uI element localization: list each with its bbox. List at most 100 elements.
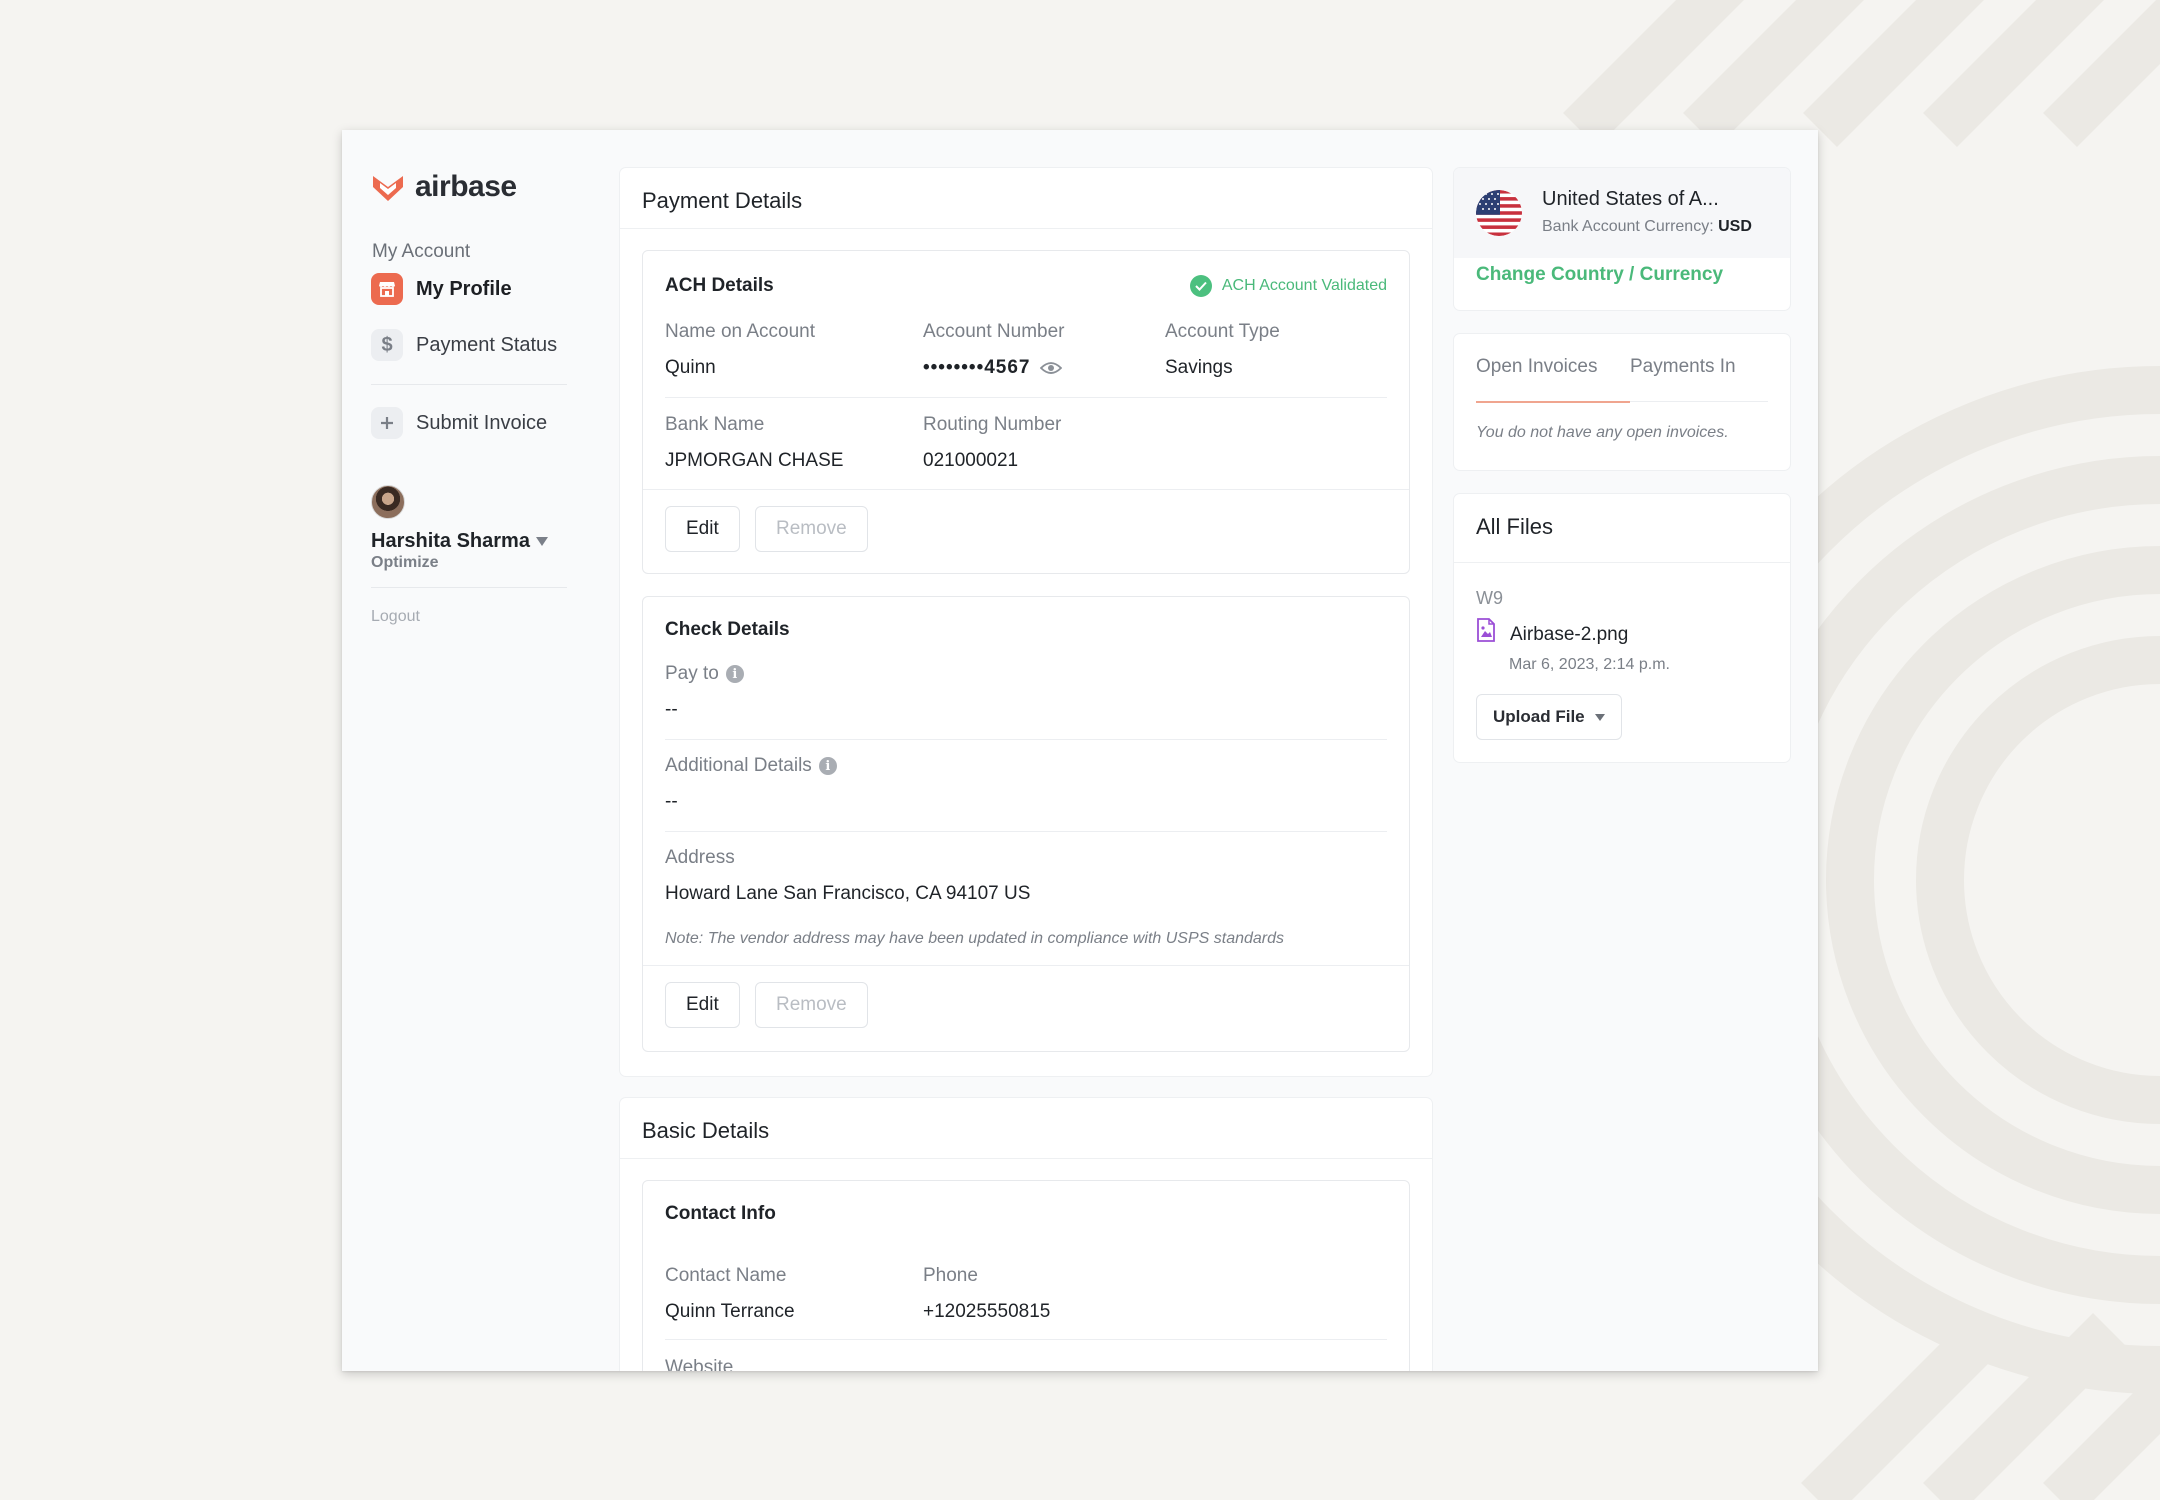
additional-details-value: -- [665,791,678,812]
additional-details-label-text: Additional Details [665,755,812,776]
nav-section-label: My Account [372,241,471,262]
phone-value: +12025550815 [923,1301,1051,1322]
info-icon[interactable]: i [725,665,744,683]
chevron-down-icon [1594,713,1605,721]
row-divider [643,965,1409,966]
basic-details-card: Basic Details Contact Info Contact Name … [620,1098,1432,1371]
bank-name-value: JPMORGAN CHASE [665,450,844,471]
ach-status-badge: ACH Account Validated [1189,275,1387,297]
account-number-field: ••••••••4567 [923,357,1063,379]
additional-details-label: Additional Details i [665,755,837,777]
row-divider [665,1339,1387,1340]
file-name: Airbase-2.png [1510,624,1629,645]
check-details-section: Check Details Pay to i -- Additional Det… [642,596,1410,1052]
sidebar-divider [371,384,567,385]
account-type-value: Savings [1165,357,1233,378]
card-divider [620,1158,1432,1159]
active-tab-indicator [1476,401,1630,403]
empty-invoices-message: You do not have any open invoices. [1476,424,1729,441]
info-icon[interactable]: i [818,757,837,775]
name-on-account-label: Name on Account [665,321,815,342]
sidebar-item-submit-invoice[interactable]: Submit Invoice [371,407,547,439]
dollar-icon: $ [371,329,403,361]
ach-details-title: ACH Details [665,275,774,296]
check-circle-icon [1189,275,1212,297]
page-title: Payment Details [642,188,803,213]
check-details-title: Check Details [665,619,790,640]
us-flag-icon [1476,190,1522,236]
sidebar-divider [371,587,567,588]
bank-name-label: Bank Name [665,414,765,435]
chevron-down-icon [535,537,548,546]
contact-info-title: Contact Info [665,1203,776,1224]
plus-icon [371,407,403,439]
row-divider [665,397,1387,398]
tab-divider [1630,401,1768,402]
app-window: airbase My Account My Profile $ Payment … [342,130,1818,1371]
pay-to-value: -- [665,699,678,720]
image-file-icon [1477,618,1495,642]
tab-payments-in[interactable]: Payments In [1630,356,1736,378]
file-group-label: W9 [1476,588,1503,608]
card-divider [620,228,1432,229]
brand-logo[interactable]: airbase [371,170,517,204]
tab-open-invoices[interactable]: Open Invoices [1476,356,1597,378]
currency-value: USD [1718,218,1752,235]
row-divider [665,831,1387,832]
airbase-logo-icon [373,176,403,201]
sidebar-item-label: Payment Status [416,333,558,356]
address-note: Note: The vendor address may have been u… [665,930,1285,947]
bank-currency: Bank Account Currency: USD [1542,218,1752,236]
sidebar: airbase My Account My Profile $ Payment … [342,130,592,1371]
currency-label: Bank Account Currency: [1542,218,1714,235]
payment-details-card: Payment Details ACH Details ACH Account … [620,168,1432,1076]
phone-label: Phone [923,1265,978,1286]
sidebar-item-label: My Profile [416,277,512,300]
account-number-value: ••••••••4567 [923,357,1031,378]
address-label: Address [665,847,735,868]
row-divider [665,739,1387,740]
check-edit-button[interactable]: Edit [665,982,740,1028]
file-date: Mar 6, 2023, 2:14 p.m. [1509,656,1670,673]
upload-file-button[interactable]: Upload File [1476,694,1622,740]
avatar[interactable] [371,485,405,519]
user-menu[interactable]: Harshita Sharma [371,530,548,553]
ach-status-text: ACH Account Validated [1221,277,1387,294]
country-currency-card: United States of A... Bank Account Curre… [1454,168,1790,310]
sidebar-item-label: Submit Invoice [416,411,548,434]
file-item[interactable]: Airbase-2.png [1476,618,1628,646]
brand-name: airbase [415,170,517,203]
contact-info-section: Contact Info Contact Name Quinn Terrance… [642,1180,1410,1371]
country-name: United States of A... [1542,188,1719,210]
contact-name-label: Contact Name [665,1265,787,1286]
invoices-card: Open Invoices Payments In You do not hav… [1454,334,1790,470]
website-label: Website [665,1357,734,1371]
sidebar-item-my-profile[interactable]: My Profile [371,273,512,305]
all-files-card: All Files W9 Airbase-2.png Mar 6, 2023, … [1454,494,1790,762]
card-divider [1454,562,1790,563]
logout-link[interactable]: Logout [371,608,420,626]
pay-to-label: Pay to i [665,663,744,685]
user-name: Harshita Sharma [371,530,530,552]
storefront-icon [371,273,403,305]
routing-number-label: Routing Number [923,414,1062,435]
user-organization: Optimize [371,554,439,571]
change-country-currency-link[interactable]: Change Country / Currency [1476,264,1723,286]
account-number-label: Account Number [923,321,1065,342]
ach-details-section: ACH Details ACH Account Validated Name o… [642,250,1410,574]
ach-edit-button[interactable]: Edit [665,506,740,552]
row-divider [643,489,1409,490]
ach-remove-button[interactable]: Remove [755,506,868,552]
upload-file-label: Upload File [1493,707,1585,726]
sidebar-item-payment-status[interactable]: $ Payment Status [371,329,557,361]
name-on-account-value: Quinn [665,357,716,378]
account-type-label: Account Type [1165,321,1280,342]
contact-name-value: Quinn Terrance [665,1301,795,1322]
basic-details-title: Basic Details [642,1118,770,1143]
pay-to-label-text: Pay to [665,663,719,684]
address-value: Howard Lane San Francisco, CA 94107 US [665,883,1031,904]
eye-icon[interactable] [1040,361,1063,375]
check-remove-button[interactable]: Remove [755,982,868,1028]
routing-number-value: 021000021 [923,450,1019,471]
all-files-title: All Files [1476,514,1554,539]
